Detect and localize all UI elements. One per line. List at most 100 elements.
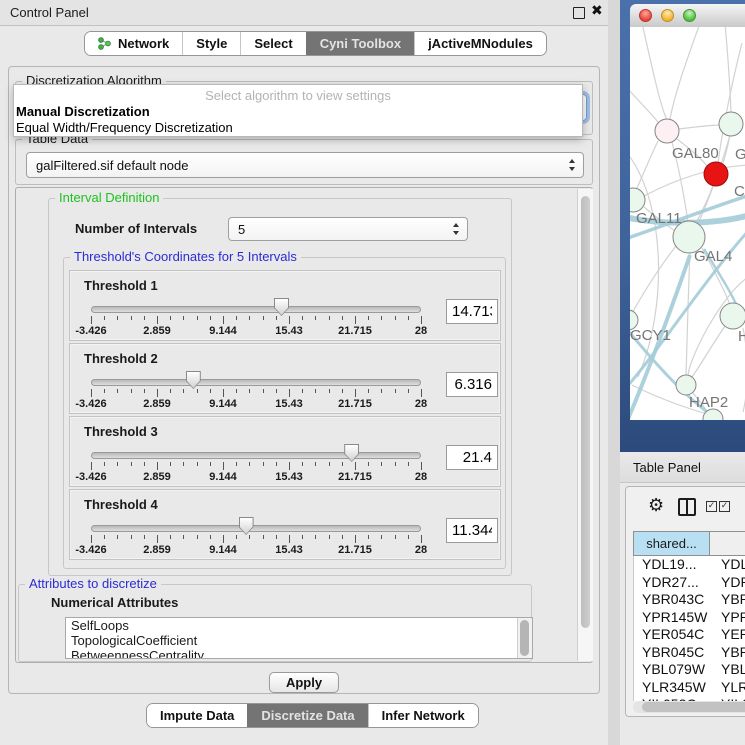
threshold-panel-1: Threshold 1-3.4262.8599.14415.4321.71528 (69, 270, 501, 341)
network-node-gal80[interactable] (655, 119, 679, 143)
network-edge[interactable] (723, 135, 730, 163)
network-edge[interactable] (686, 253, 690, 375)
table-row[interactable]: YER054CYER0 (634, 626, 745, 644)
table-horizontal-scrollbar[interactable] (633, 701, 745, 713)
checkbox-checked-icon[interactable]: ✓ (706, 501, 717, 512)
threshold-slider-thumb[interactable] (239, 517, 254, 535)
threshold-value-field[interactable] (446, 299, 498, 324)
network-edge[interactable] (642, 27, 667, 120)
table-row[interactable]: YDL19...YDL1 (634, 556, 745, 574)
network-node-ga[interactable] (719, 112, 743, 136)
network-edge[interactable] (725, 27, 731, 112)
tab-select[interactable]: Select (240, 32, 305, 55)
cell-shared-name: YBR043C (642, 591, 704, 607)
panel-title: Control Panel (10, 5, 89, 20)
network-edge[interactable] (632, 246, 676, 313)
table-row[interactable]: YBR045CYBR0 (634, 644, 745, 662)
attributes-group-title: Attributes to discretize (25, 576, 161, 591)
tab-network[interactable]: Network (85, 32, 182, 55)
tab-infer-network[interactable]: Infer Network (368, 704, 478, 727)
table-row[interactable]: YDR27... YDR2 (634, 574, 745, 592)
column-header-name[interactable]: na (710, 531, 745, 556)
cell-shared-name: YPR145W (642, 609, 707, 625)
attribute-item[interactable]: SelfLoops (66, 618, 532, 633)
threshold-value-field[interactable] (446, 445, 498, 470)
network-edge[interactable] (692, 326, 725, 377)
attribute-item[interactable]: BetweennessCentrality (66, 648, 532, 659)
numerical-attributes-list[interactable]: SelfLoopsTopologicalCoefficientBetweenne… (65, 617, 533, 659)
network-canvas[interactable]: GAL80GACGAL11GAL4GCY1HHAP2 (630, 27, 745, 420)
float-window-icon[interactable] (573, 7, 585, 19)
threshold-value-field[interactable] (446, 518, 498, 543)
split-columns-icon[interactable] (678, 498, 696, 516)
table-row[interactable]: YLR345WYLR3 (634, 679, 745, 697)
number-of-intervals-combobox[interactable]: 5 (228, 217, 468, 241)
settings-vertical-scrollbar[interactable] (577, 189, 593, 661)
mac-zoom-button[interactable] (683, 9, 696, 22)
threshold-slider-thumb[interactable] (274, 298, 289, 316)
scrollbar-thumb[interactable] (581, 196, 590, 628)
gear-icon[interactable]: ⚙ (648, 495, 664, 516)
tab-label: Infer Network (382, 708, 465, 723)
slider-ticks (91, 389, 421, 398)
column-header-shared-name[interactable]: shared... (633, 531, 710, 556)
threshold-slider-track[interactable] (91, 525, 421, 532)
mac-minimize-button[interactable] (661, 9, 674, 22)
attributes-scrollbar[interactable] (517, 618, 532, 658)
threshold-value-field[interactable] (446, 372, 498, 397)
threshold-label: Threshold 1 (84, 278, 158, 293)
network-node-c[interactable] (704, 162, 728, 186)
tab-discretize-data[interactable]: Discretize Data (247, 704, 367, 727)
threshold-slider-thumb[interactable] (186, 371, 201, 389)
checkbox-checked-icon[interactable]: ✓ (719, 501, 730, 512)
threshold-panel-4: Threshold 4-3.4262.8599.14415.4321.71528 (69, 489, 501, 560)
network-edge[interactable] (644, 165, 745, 196)
number-of-intervals-label: Number of Intervals (75, 221, 197, 236)
tab-label: Cyni Toolbox (320, 36, 401, 51)
control-panel-titlebar: Control Panel ✖ (0, 0, 610, 26)
popup-option-equal-width-frequency[interactable]: Equal Width/Frequency Discretization (16, 120, 233, 135)
network-edge[interactable] (718, 43, 742, 163)
table-row[interactable]: YPR145WYPR1 (634, 609, 745, 627)
table-row[interactable]: YBL079W YBL0 (634, 661, 745, 679)
threshold-slider-track[interactable] (91, 379, 421, 386)
attribute-item[interactable]: TopologicalCoefficient (66, 633, 532, 648)
tab-cyni-toolbox[interactable]: Cyni Toolbox (306, 32, 414, 55)
scrollbar-thumb[interactable] (642, 702, 745, 712)
table-body[interactable]: YDL19...YDL1YDR27... YDR2YBR043CYBR0YPR14… (633, 556, 745, 701)
cell-shared-name: YDL19... (642, 556, 696, 572)
tab-jactivemnodules[interactable]: jActiveMNodules (414, 32, 546, 55)
table-data-combobox[interactable]: galFiltered.sif default node (26, 152, 584, 178)
table-row[interactable]: YBR043CYBR0 (634, 591, 745, 609)
network-node-h[interactable] (720, 303, 745, 329)
close-icon[interactable]: ✖ (591, 3, 603, 19)
network-window-titlebar[interactable] (630, 4, 745, 28)
network-node-gal11[interactable] (630, 188, 645, 212)
network-edge[interactable] (636, 141, 658, 190)
table-header-row: shared... na (633, 531, 745, 556)
table-data-selected-value: galFiltered.sif default node (36, 158, 188, 173)
panel-divider[interactable] (608, 0, 620, 745)
mac-close-button[interactable] (639, 9, 652, 22)
network-node-hap2[interactable] (676, 375, 696, 395)
network-edge[interactable] (630, 87, 658, 122)
slider-ticks (91, 316, 421, 325)
cell-name: YBL0 (721, 661, 745, 677)
tab-style[interactable]: Style (182, 32, 240, 55)
threshold-label: Threshold 2 (84, 351, 158, 366)
network-edge[interactable] (679, 125, 720, 129)
network-edge[interactable] (670, 27, 700, 119)
tab-impute-data[interactable]: Impute Data (147, 704, 247, 727)
tab-label: Network (118, 36, 169, 51)
threshold-slider-track[interactable] (91, 452, 421, 459)
scrollbar-thumb[interactable] (520, 620, 529, 656)
cell-shared-name: YBL079W (642, 661, 705, 677)
apply-button[interactable]: Apply (269, 672, 339, 693)
popup-option-manual-discretization[interactable]: Manual Discretization (16, 104, 150, 119)
network-window: GAL80GACGAL11GAL4GCY1HHAP2 (620, 0, 745, 452)
cell-name: YDR2 (721, 574, 745, 590)
threshold-slider-thumb[interactable] (344, 444, 359, 462)
threshold-slider-track[interactable] (91, 306, 421, 313)
network-edge[interactable] (696, 185, 713, 223)
cell-shared-name: YDR27... (642, 574, 699, 590)
